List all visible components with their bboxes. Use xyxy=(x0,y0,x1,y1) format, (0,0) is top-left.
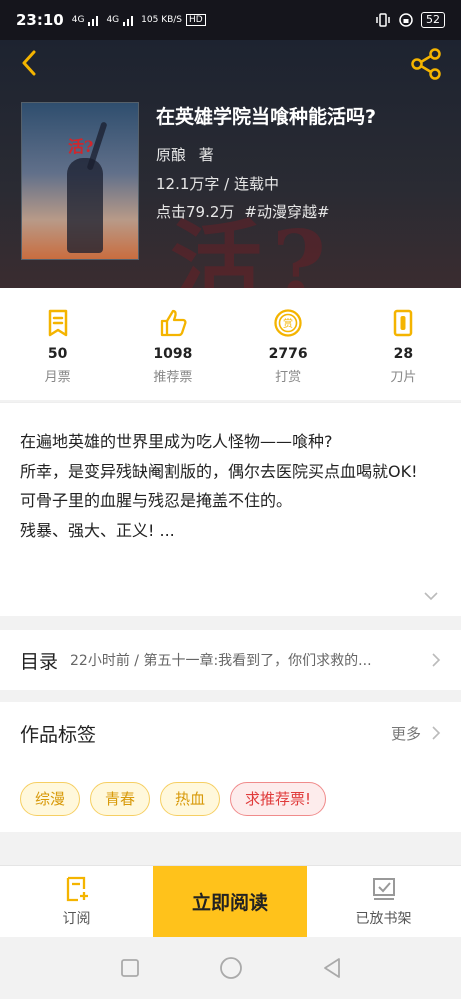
genre-tag[interactable]: #动漫穿越# xyxy=(244,201,329,222)
status-time: 23:10 xyxy=(16,11,64,29)
chevron-right-icon xyxy=(432,726,441,740)
synopsis-line: 所幸，是变异残缺阉割版的，偶尔去医院买点血喝就OK! xyxy=(20,461,418,481)
metric-label: 月票 xyxy=(44,370,71,385)
read-now-button[interactable]: 立即阅读 xyxy=(153,866,307,937)
book-cover[interactable]: 活? xyxy=(21,102,139,260)
status-right: 52 xyxy=(375,12,445,28)
book-word-count-status: 12.1万字 / 连载中 xyxy=(156,175,279,193)
metric-blade[interactable]: 28 刀片 xyxy=(346,288,461,400)
metric-label: 推荐票 xyxy=(153,370,193,385)
cover-title-text: 活? xyxy=(68,137,94,156)
back-button[interactable] xyxy=(14,48,44,78)
cover-figure xyxy=(67,158,103,253)
share-button[interactable] xyxy=(411,48,443,80)
more-tags-button[interactable]: 更多 xyxy=(391,723,441,744)
metric-value: 1098 xyxy=(153,346,193,362)
toc-title: 目录 xyxy=(20,650,59,673)
metric-recommend[interactable]: 1098 推荐票 xyxy=(115,288,230,400)
metric-label: 打赏 xyxy=(275,370,302,385)
shelf-label: 已放书架 xyxy=(355,910,412,927)
synopsis-line: 可骨子里的血腥与残忍是掩盖不住的。 xyxy=(20,491,293,510)
signal-2-label: 4G xyxy=(106,15,120,25)
synopsis-line: 在遍地英雄的世界里成为吃人怪物——喰种? xyxy=(20,432,333,451)
tags-header: 作品标签 更多 xyxy=(20,702,441,764)
signal-bars-icon xyxy=(88,16,99,26)
work-tags-section: 作品标签 更多 综漫 青春 热血 求推荐票! xyxy=(0,702,461,832)
tag-chip[interactable]: 青春 xyxy=(90,782,151,816)
tags-title: 作品标签 xyxy=(20,723,97,746)
metric-monthly-ticket[interactable]: 50 月票 xyxy=(0,288,115,400)
book-clicks: 点击79.2万 xyxy=(156,203,235,221)
vibrate-icon xyxy=(376,13,390,27)
tag-list: 综漫 青春 热血 求推荐票! xyxy=(20,782,441,816)
metric-value: 2776 xyxy=(268,346,308,362)
tag-chip[interactable]: 综漫 xyxy=(20,782,81,816)
system-navigation-bar xyxy=(0,937,461,999)
metric-label: 刀片 xyxy=(390,370,417,385)
chevron-right-icon xyxy=(432,653,441,667)
metric-reward[interactable]: 赏 2776 打赏 xyxy=(231,288,346,400)
metric-value: 50 xyxy=(47,346,68,362)
subscribe-button[interactable]: 订阅 xyxy=(0,866,153,937)
book-title: 在英雄学院当喰种能活吗? xyxy=(156,106,377,128)
lock-icon xyxy=(399,13,413,27)
book-metrics: 50 月票 1098 推荐票 赏 2776 打赏 28 刀片 xyxy=(0,288,461,400)
request-recommend-tag[interactable]: 求推荐票! xyxy=(230,782,327,816)
signal-bars-icon xyxy=(123,16,134,26)
book-detail-page: 23:10 4G 4G 105 KB/S HD 52 活? 活? 在英雄学院当喰 xyxy=(0,0,461,999)
metric-value: 28 xyxy=(393,346,414,362)
chevron-down-icon[interactable] xyxy=(423,588,439,604)
author-name: 原酿 xyxy=(156,146,187,164)
book-author[interactable]: 原酿 著 xyxy=(156,144,214,165)
tag-chip[interactable]: 热血 xyxy=(160,782,221,816)
author-suffix: 著 xyxy=(198,146,214,164)
book-synopsis[interactable]: 在遍地英雄的世界里成为吃人怪物——喰种? 所幸，是变异残缺阉割版的，偶尔去医院买… xyxy=(0,402,461,616)
synopsis-line: 残暴、强大、正义! ... xyxy=(20,520,175,540)
more-label: 更多 xyxy=(390,724,421,743)
book-header: 活? 活? 在英雄学院当喰种能活吗? 原酿 著 12.1万字 / 连载中 点击7… xyxy=(0,40,461,288)
monthly-ticket-icon xyxy=(48,309,67,337)
bookshelf-check-icon xyxy=(372,877,395,900)
table-of-contents-row[interactable]: 目录 22小时前 / 第五十一章:我看到了，你们求救的... xyxy=(0,630,461,690)
blade-icon xyxy=(394,309,413,337)
subscribe-icon xyxy=(66,876,88,901)
book-clicks-row: 点击79.2万 #动漫穿越# xyxy=(156,201,330,222)
net-speed: 105 KB/S xyxy=(141,15,183,25)
reward-coin-icon: 赏 xyxy=(274,309,302,337)
subscribe-label: 订阅 xyxy=(62,910,91,927)
battery-level: 52 xyxy=(421,12,445,28)
signal-1-label: 4G xyxy=(71,15,85,25)
back-triangle-icon[interactable] xyxy=(322,957,342,979)
status-bar: 23:10 4G 4G 105 KB/S HD 52 xyxy=(0,0,461,40)
svg-text:赏: 赏 xyxy=(283,318,293,330)
thumbs-up-icon xyxy=(160,309,187,337)
bottom-action-bar: 订阅 立即阅读 已放书架 xyxy=(0,865,461,937)
chevron-left-icon xyxy=(22,50,36,76)
signal-indicators: 4G 4G 105 KB/S HD xyxy=(72,14,206,26)
share-icon xyxy=(411,48,441,80)
home-icon[interactable] xyxy=(219,956,243,980)
recent-apps-icon[interactable] xyxy=(120,958,140,978)
shelf-button[interactable]: 已放书架 xyxy=(307,866,460,937)
latest-chapter: 22小时前 / 第五十一章:我看到了，你们求救的... xyxy=(70,653,372,669)
hd-label: HD xyxy=(186,14,206,26)
